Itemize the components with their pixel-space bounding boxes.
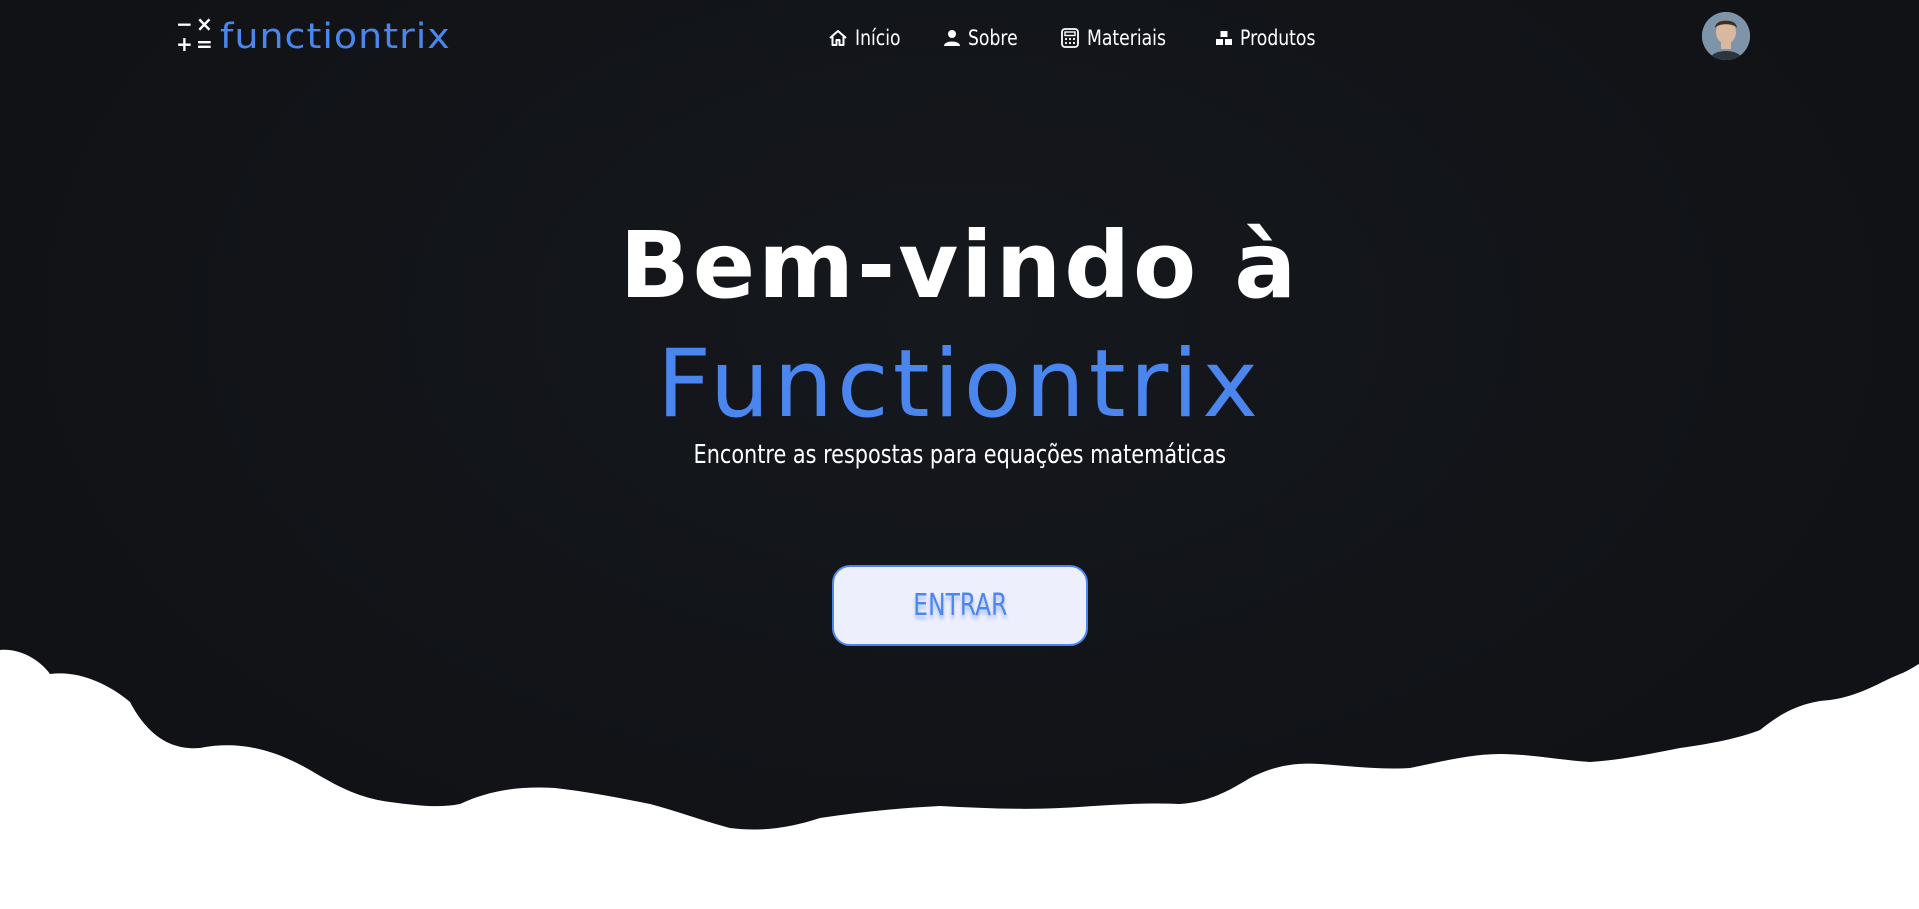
cloud-wave-decoration: [0, 649, 1919, 909]
nav-label: Materiais: [1087, 26, 1167, 50]
landing-page: − × + = functiontrix Início Sobre Materi…: [0, 0, 1919, 909]
brand-logo[interactable]: − × + = functiontrix: [174, 14, 451, 58]
enter-button-label: ENTRAR: [912, 588, 1008, 623]
nav-label: Início: [855, 26, 901, 50]
user-icon: [943, 30, 960, 46]
nav-item-materiais[interactable]: Materiais: [1060, 26, 1171, 50]
hero-subtitle: Encontre as respostas para equações mate…: [0, 440, 1919, 470]
avatar-image: [1702, 12, 1750, 60]
nav-label: Produtos: [1240, 26, 1316, 50]
home-icon: [829, 30, 847, 46]
nav-item-sobre[interactable]: Sobre: [943, 26, 1017, 50]
boxes-icon: [1216, 31, 1233, 45]
profile-avatar[interactable]: [1702, 12, 1750, 60]
top-navbar: − × + = functiontrix Início Sobre Materi…: [0, 0, 1919, 76]
calculator-symbols-icon: − × + =: [176, 12, 213, 56]
nav-item-inicio[interactable]: Início: [828, 26, 901, 50]
hero-title-line2: Functiontrix: [656, 330, 1263, 439]
main-nav: Início Sobre Materiais Produtos: [828, 22, 1320, 54]
nav-label: Sobre: [967, 26, 1018, 50]
nav-item-produtos[interactable]: Produtos: [1215, 26, 1320, 50]
hero-subtitle-text: Encontre as respostas para equações mate…: [693, 440, 1226, 470]
brand-name: functiontrix: [220, 15, 451, 57]
hero-title-line1: Bem-vindo à: [619, 212, 1300, 319]
calculator-icon: [1061, 28, 1080, 48]
